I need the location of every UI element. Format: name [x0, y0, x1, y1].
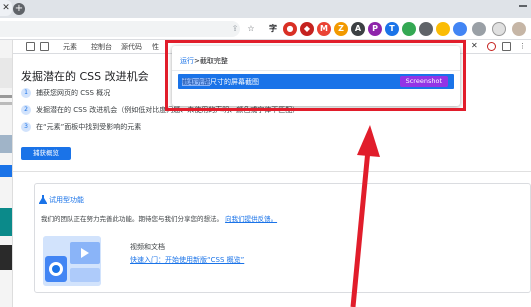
chrome-logo-icon — [43, 236, 101, 286]
divider — [13, 171, 531, 172]
page-image — [0, 208, 12, 236]
star-icon[interactable]: ☆ — [244, 22, 258, 36]
puzzle-icon[interactable] — [472, 22, 486, 36]
step-number: 2 — [21, 105, 31, 115]
extension-yellow-icon[interactable] — [436, 22, 450, 36]
extension-orange-icon[interactable]: Z — [334, 22, 348, 36]
video-thumbnail[interactable] — [43, 236, 101, 286]
webpage-viewport — [0, 40, 13, 307]
page-text-line — [0, 95, 12, 98]
share-icon[interactable]: ⇪ — [228, 22, 242, 36]
screenshot-root: ✕ + ⇪ ☆ 字 ● ◆ M Z A P T 元素 控制台 源代码 性 ✕ ⋮… — [0, 0, 531, 307]
step-number: 1 — [21, 88, 31, 98]
step-text: 捕获您网页的 CSS 概况 — [36, 89, 111, 97]
video-label: 视频和文档 — [130, 243, 165, 251]
close-icon[interactable]: ✕ — [471, 41, 478, 50]
device-toolbar-icon[interactable] — [40, 42, 49, 51]
translate-icon[interactable]: 字 — [266, 22, 280, 36]
tab-console[interactable]: 控制台 — [91, 42, 112, 52]
page-text-line — [0, 102, 12, 105]
settings-gear-icon[interactable] — [502, 42, 511, 51]
annotation-highlight-box — [165, 40, 466, 111]
page-title: 发掘潜在的 CSS 改进机会 — [21, 70, 149, 83]
extension-purple-icon[interactable]: P — [368, 22, 382, 36]
page-image — [0, 135, 12, 153]
extension-dark-icon[interactable]: A — [351, 22, 365, 36]
page-image — [0, 245, 12, 270]
step-number: 3 — [21, 122, 31, 132]
new-tab-button[interactable]: + — [13, 3, 25, 15]
tab-performance[interactable]: 性 — [152, 42, 159, 52]
feedback-link[interactable]: 向我们提供反馈。 — [225, 215, 277, 223]
extension-red-icon[interactable]: ● — [283, 22, 297, 36]
quick-start-link[interactable]: 快速入门：开始使用新版“CSS 概览” — [130, 255, 244, 265]
extension-blue-icon[interactable]: T — [385, 22, 399, 36]
experiment-panel: 试用型功能 我们的团队正在努力完善此功能。期待您与我们分享您的想法。 向我们提供… — [34, 183, 531, 293]
experiment-text: 我们的团队正在努力完善此功能。期待您与我们分享您的想法。 — [41, 215, 223, 223]
browser-tab[interactable]: ✕ — [0, 0, 12, 16]
flask-icon — [39, 195, 47, 204]
step-text: 在“元素”面板中找到受影响的元素 — [36, 123, 142, 131]
capture-overview-button[interactable]: 捕获概览 — [21, 147, 71, 160]
extension-lightblue-icon[interactable] — [453, 22, 467, 36]
browser-tab-bar: ✕ + — [0, 0, 531, 18]
address-bar[interactable] — [0, 21, 240, 37]
sidebar-icon[interactable] — [492, 22, 506, 36]
experiment-title: 试用型功能 — [49, 196, 84, 204]
page-banner — [0, 58, 12, 88]
browser-toolbar: ⇪ ☆ 字 ● ◆ M Z A P T — [0, 18, 531, 40]
inspect-icon[interactable] — [26, 42, 35, 51]
extension-gray-icon[interactable] — [419, 22, 433, 36]
avatar[interactable] — [512, 22, 526, 36]
extension-green-icon[interactable] — [402, 22, 416, 36]
experiment-description: 我们的团队正在努力完善此功能。期待您与我们分享您的想法。 向我们提供反馈。 — [41, 213, 277, 223]
more-options-icon[interactable]: ⋮ — [519, 42, 526, 50]
tab-sources[interactable]: 源代码 — [121, 42, 142, 52]
extension-shield-icon[interactable]: ◆ — [300, 22, 314, 36]
tab-elements[interactable]: 元素 — [63, 42, 77, 52]
issues-icon[interactable] — [487, 42, 496, 51]
minimize-icon[interactable] — [519, 5, 527, 7]
extension-mail-icon[interactable]: M — [317, 22, 331, 36]
close-tab-icon[interactable]: ✕ — [1, 3, 11, 13]
page-button[interactable] — [0, 165, 12, 177]
